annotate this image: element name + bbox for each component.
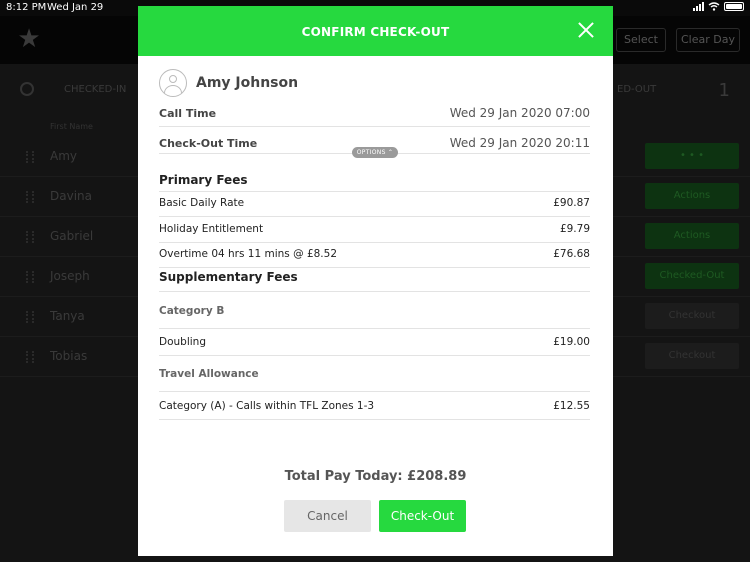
row-action-button[interactable]: Actions bbox=[645, 183, 739, 209]
fee-amount: £76.68 bbox=[553, 248, 590, 260]
divider bbox=[159, 126, 590, 127]
drag-handle-icon[interactable] bbox=[26, 151, 34, 163]
row-name: Gabriel bbox=[50, 229, 94, 243]
fee-label: Category (A) - Calls within TFL Zones 1-… bbox=[159, 400, 375, 412]
person-header: Amy Johnson bbox=[159, 68, 298, 98]
category-heading: Travel Allowance bbox=[159, 368, 259, 380]
fee-row: Category (A) - Calls within TFL Zones 1-… bbox=[159, 395, 590, 419]
total-pay: Total Pay Today: £208.89 bbox=[284, 469, 467, 484]
row-name: Joseph bbox=[50, 269, 90, 283]
checkout-time-label: Check-Out Time bbox=[159, 137, 258, 150]
checked-out-count: 1 bbox=[718, 80, 730, 101]
fee-row: Doubling £19.00 bbox=[159, 331, 590, 355]
cancel-button[interactable]: Cancel bbox=[284, 500, 371, 532]
row-action-button[interactable]: Actions bbox=[645, 223, 739, 249]
divider bbox=[159, 355, 590, 356]
tab-checked-in[interactable]: CHECKED-IN bbox=[64, 84, 126, 95]
drag-handle-icon[interactable] bbox=[26, 271, 34, 283]
app-logo-icon: ★ bbox=[17, 24, 41, 54]
fee-label: Overtime 04 hrs 11 mins @ £8.52 bbox=[159, 248, 337, 260]
person-name: Amy Johnson bbox=[196, 75, 299, 91]
drag-handle-icon[interactable] bbox=[26, 311, 34, 323]
call-time-row: Call Time Wed 29 Jan 2020 07:00 bbox=[159, 102, 590, 128]
status-time: 8:12 PM bbox=[6, 2, 47, 13]
call-time-label: Call Time bbox=[159, 107, 217, 120]
row-action-button[interactable]: Checkout bbox=[645, 303, 739, 329]
fee-amount: £90.87 bbox=[553, 197, 590, 209]
row-action-button[interactable]: Checkout bbox=[645, 343, 739, 369]
fee-row: Overtime 04 hrs 11 mins @ £8.52 £76.68 bbox=[159, 243, 590, 267]
confirm-checkout-modal: CONFIRM CHECK-OUT Amy Johnson Call Time … bbox=[138, 6, 613, 556]
fee-row: Basic Daily Rate £90.87 bbox=[159, 192, 590, 216]
fee-amount: £19.00 bbox=[553, 336, 590, 348]
wifi-icon bbox=[708, 2, 720, 11]
supplementary-fees-heading: Supplementary Fees bbox=[159, 270, 298, 284]
primary-fees-heading: Primary Fees bbox=[159, 173, 248, 187]
status-icons bbox=[693, 2, 744, 11]
row-name: Tanya bbox=[50, 309, 85, 323]
drag-handle-icon[interactable] bbox=[26, 351, 34, 363]
category-heading: Category B bbox=[159, 305, 225, 317]
cellular-signal-icon bbox=[693, 2, 704, 11]
row-action-button[interactable]: • • • bbox=[645, 143, 739, 169]
divider bbox=[159, 391, 590, 392]
modal-header: CONFIRM CHECK-OUT bbox=[138, 6, 613, 56]
search-icon[interactable] bbox=[20, 82, 34, 96]
row-name: Tobias bbox=[50, 349, 88, 363]
fee-amount: £9.79 bbox=[559, 223, 590, 235]
call-time-value: Wed 29 Jan 2020 07:00 bbox=[449, 106, 590, 120]
fee-amount: £12.55 bbox=[553, 400, 590, 412]
clear-day-button[interactable]: Clear Day bbox=[676, 28, 740, 52]
divider bbox=[159, 216, 590, 217]
row-name: Amy bbox=[50, 149, 77, 163]
row-name: Davina bbox=[50, 189, 92, 203]
drag-handle-icon[interactable] bbox=[26, 231, 34, 243]
avatar bbox=[159, 69, 187, 97]
divider bbox=[159, 291, 590, 292]
options-toggle[interactable]: OPTIONS ⌃ bbox=[352, 147, 398, 158]
battery-icon bbox=[724, 2, 744, 11]
drag-handle-icon[interactable] bbox=[26, 191, 34, 203]
fee-row: Holiday Entitlement £9.79 bbox=[159, 218, 590, 242]
tab-checked-out[interactable]: ED-OUT bbox=[617, 84, 656, 95]
divider bbox=[159, 328, 590, 329]
select-button[interactable]: Select bbox=[616, 28, 666, 52]
close-icon[interactable] bbox=[575, 19, 597, 41]
fee-label: Doubling bbox=[159, 336, 206, 348]
fee-label: Basic Daily Rate bbox=[159, 197, 245, 209]
checkout-time-value[interactable]: Wed 29 Jan 2020 20:11 bbox=[450, 136, 590, 150]
column-header-first-name: First Name bbox=[50, 122, 93, 131]
check-out-button[interactable]: Check-Out bbox=[379, 500, 466, 532]
divider bbox=[159, 267, 590, 268]
row-action-button[interactable]: Checked-Out bbox=[645, 263, 739, 289]
modal-title: CONFIRM CHECK-OUT bbox=[301, 25, 450, 39]
status-date: Wed Jan 29 bbox=[47, 2, 104, 13]
fee-label: Holiday Entitlement bbox=[159, 223, 264, 235]
divider bbox=[159, 419, 590, 420]
